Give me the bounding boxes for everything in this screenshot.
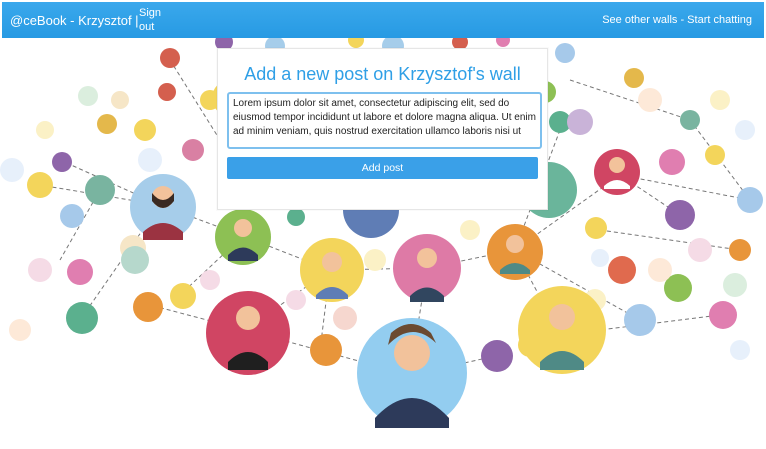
panel-title: Add a new post on Krzysztof's wall bbox=[244, 64, 521, 84]
top-navbar: @ceBook - Krzysztof | Sign out See other… bbox=[2, 2, 764, 38]
other-walls-chat-link[interactable]: See other walls - Start chatting bbox=[602, 14, 752, 26]
new-post-panel: Add a new post on Krzysztof's wall Lorem… bbox=[217, 48, 548, 210]
sign-out-link[interactable]: Sign out bbox=[139, 6, 169, 34]
add-post-button[interactable]: Add post bbox=[227, 157, 538, 179]
brand-link[interactable]: @ceBook - Krzysztof | bbox=[10, 13, 139, 28]
post-textarea[interactable]: Lorem ipsum dolor sit amet, consectetur … bbox=[227, 92, 542, 149]
